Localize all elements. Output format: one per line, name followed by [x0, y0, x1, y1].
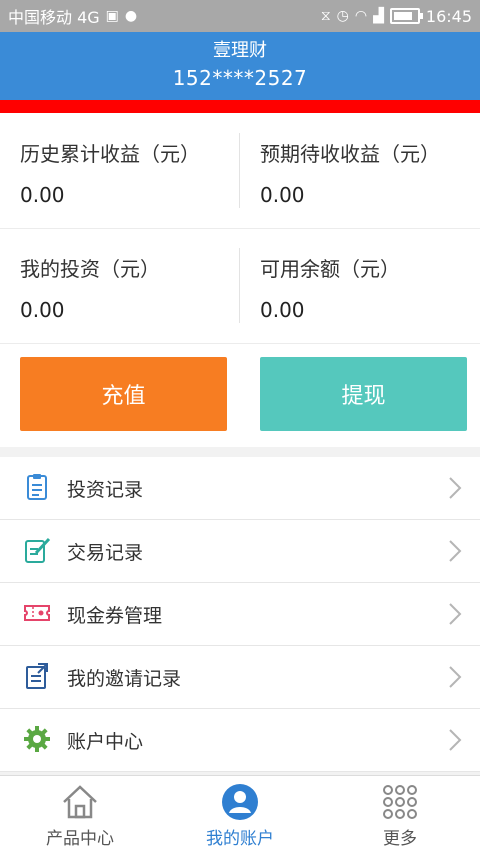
stat-label: 可用余额（元）	[260, 257, 400, 281]
image-notification-icon: ▣	[105, 8, 119, 24]
divider	[239, 133, 240, 208]
stat-value: 0.00	[20, 298, 65, 322]
menu-item-account-center[interactable]: 账户中心	[0, 709, 480, 772]
wifi-icon: ◠	[354, 8, 368, 24]
recharge-button[interactable]: 充值	[20, 357, 227, 431]
stat-value: 0.00	[20, 183, 65, 207]
tab-products[interactable]: 产品中心	[0, 776, 160, 854]
clipboard-icon	[27, 474, 47, 500]
chevron-right-icon	[449, 729, 462, 751]
menu-item-coupon-management[interactable]: 现金券管理	[0, 583, 480, 646]
stat-label: 预期待收收益（元）	[260, 142, 440, 166]
stat-value: 0.00	[260, 183, 305, 207]
action-panel: 充值 提现	[0, 343, 480, 447]
stat-history-earnings: 历史累计收益（元） 0.00	[0, 113, 240, 227]
chevron-right-icon	[449, 666, 462, 688]
stats-panel: 历史累计收益（元） 0.00 预期待收收益（元） 0.00 我的投资（元） 0.…	[0, 113, 480, 343]
battery-icon	[389, 8, 423, 24]
tab-my-account[interactable]: 我的账户	[160, 776, 320, 854]
stat-label: 我的投资（元）	[20, 257, 160, 281]
alarm-icon: ◷	[336, 8, 349, 24]
status-time: 16:45	[425, 6, 472, 26]
stat-available-balance: 可用余额（元） 0.00	[240, 228, 480, 342]
app-notification-icon: ●	[124, 8, 138, 24]
edit-document-icon	[25, 537, 51, 563]
carrier-text: 中国移动 4G	[8, 8, 100, 27]
menu-label: 现金券管理	[67, 604, 163, 627]
coupon-icon	[24, 605, 50, 621]
menu-label: 投资记录	[67, 478, 144, 501]
stat-label: 历史累计收益（元）	[20, 142, 200, 166]
status-bar: 中国移动 4G ▣ ● ⧖ ◷ ◠ ▟ 16:45	[0, 0, 480, 32]
menu-label: 交易记录	[67, 541, 144, 564]
tab-label: 更多	[383, 829, 417, 849]
menu-item-investment-records[interactable]: 投资记录	[0, 457, 480, 520]
account-menu: 投资记录 交易记录 现金券管理 我的邀请记录 账户中心	[0, 457, 480, 772]
bottom-tab-bar: 产品中心 我的账户 更多	[0, 775, 480, 854]
page-title: 壹理财	[213, 40, 267, 61]
accent-bar	[0, 100, 480, 113]
tab-more[interactable]: 更多	[320, 776, 480, 854]
account-phone: 152****2527	[172, 66, 308, 90]
grid-dots-icon	[383, 785, 417, 819]
vibrate-icon: ⧖	[320, 8, 331, 24]
home-icon	[63, 785, 97, 819]
divider	[0, 228, 480, 229]
user-icon	[222, 784, 258, 820]
divider	[239, 248, 240, 323]
stat-my-investment: 我的投资（元） 0.00	[0, 228, 240, 342]
account-header: 壹理财 152****2527	[0, 32, 480, 100]
stat-expected-earnings: 预期待收收益（元） 0.00	[240, 113, 480, 227]
chevron-right-icon	[449, 540, 462, 562]
menu-label: 我的邀请记录	[67, 667, 182, 690]
tab-label: 我的账户	[206, 829, 274, 849]
chevron-right-icon	[449, 603, 462, 625]
signal-icon: ▟	[373, 8, 384, 24]
gear-icon	[24, 726, 50, 752]
stat-value: 0.00	[260, 298, 305, 322]
withdraw-button[interactable]: 提现	[260, 357, 467, 431]
tab-label: 产品中心	[46, 829, 114, 849]
menu-item-invite-records[interactable]: 我的邀请记录	[0, 646, 480, 709]
invite-record-icon	[26, 663, 48, 689]
chevron-right-icon	[449, 477, 462, 499]
menu-label: 账户中心	[67, 730, 144, 753]
menu-item-transaction-records[interactable]: 交易记录	[0, 520, 480, 583]
